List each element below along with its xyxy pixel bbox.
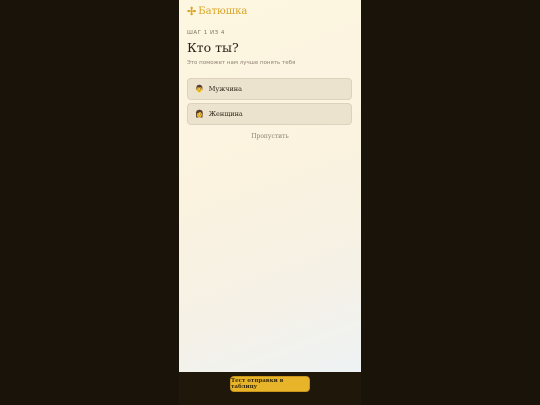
skip-link[interactable]: Пропустить <box>179 133 361 140</box>
option-label: Женщина <box>208 110 243 118</box>
app-stage: ✢ Батюшка ШАГ 1 ИЗ 4 Кто ты? Это поможет… <box>0 0 540 405</box>
orthodox-cross-icon: ✢ <box>187 5 197 18</box>
option-female-button[interactable]: 👩 Женщина <box>187 103 352 125</box>
step-indicator: ШАГ 1 ИЗ 4 <box>187 30 225 36</box>
man-emoji-icon: 👨 <box>195 84 204 93</box>
page-subtitle: Это поможет нам лучше понять тебя <box>187 60 296 66</box>
mobile-screen: ✢ Батюшка ШАГ 1 ИЗ 4 Кто ты? Это поможет… <box>179 0 361 372</box>
option-male-button[interactable]: 👨 Мужчина <box>187 78 352 100</box>
brand-logo: ✢ Батюшка <box>187 6 247 17</box>
page-title: Кто ты? <box>187 40 239 55</box>
option-label: Мужчина <box>208 85 243 93</box>
test-send-button[interactable]: Тест отправки в таблицу <box>230 376 310 392</box>
brand-name: Батюшка <box>198 6 248 17</box>
woman-emoji-icon: 👩 <box>195 109 204 118</box>
